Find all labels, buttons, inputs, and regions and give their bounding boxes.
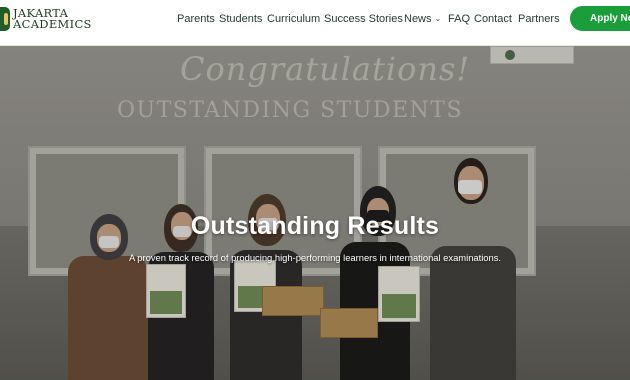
site-logo[interactable]: JAKARTA ACADEMICS bbox=[0, 5, 92, 33]
logo-wordmark: JAKARTA ACADEMICS bbox=[13, 7, 92, 31]
nav-faq[interactable]: FAQ bbox=[448, 12, 470, 26]
nav-students[interactable]: Students bbox=[219, 12, 262, 26]
nav-parents[interactable]: Parents bbox=[177, 12, 215, 26]
hero-section: Congratulations! OUTSTANDING STUDENTS Ou… bbox=[0, 46, 630, 380]
nav-partners[interactable]: Partners bbox=[518, 12, 560, 26]
nav-curriculum[interactable]: Curriculum bbox=[267, 12, 320, 26]
chevron-down-icon: ⌄ bbox=[434, 14, 442, 23]
hero-title: Outstanding Results bbox=[190, 212, 440, 240]
nav-contact[interactable]: Contact bbox=[474, 12, 512, 26]
nav-news-label: News bbox=[404, 13, 432, 25]
nav-news[interactable]: News ⌄ bbox=[404, 12, 441, 26]
site-header: JAKARTA ACADEMICS Parents Students Curri… bbox=[0, 0, 630, 46]
hero-subtitle: A proven track record of producing high-… bbox=[128, 252, 502, 263]
apply-now-button[interactable]: Apply Now bbox=[570, 6, 630, 31]
logo-line-2: ACADEMICS bbox=[13, 17, 92, 31]
nav-success-stories[interactable]: Success Stories bbox=[324, 12, 403, 26]
logo-crest-icon bbox=[0, 7, 10, 31]
